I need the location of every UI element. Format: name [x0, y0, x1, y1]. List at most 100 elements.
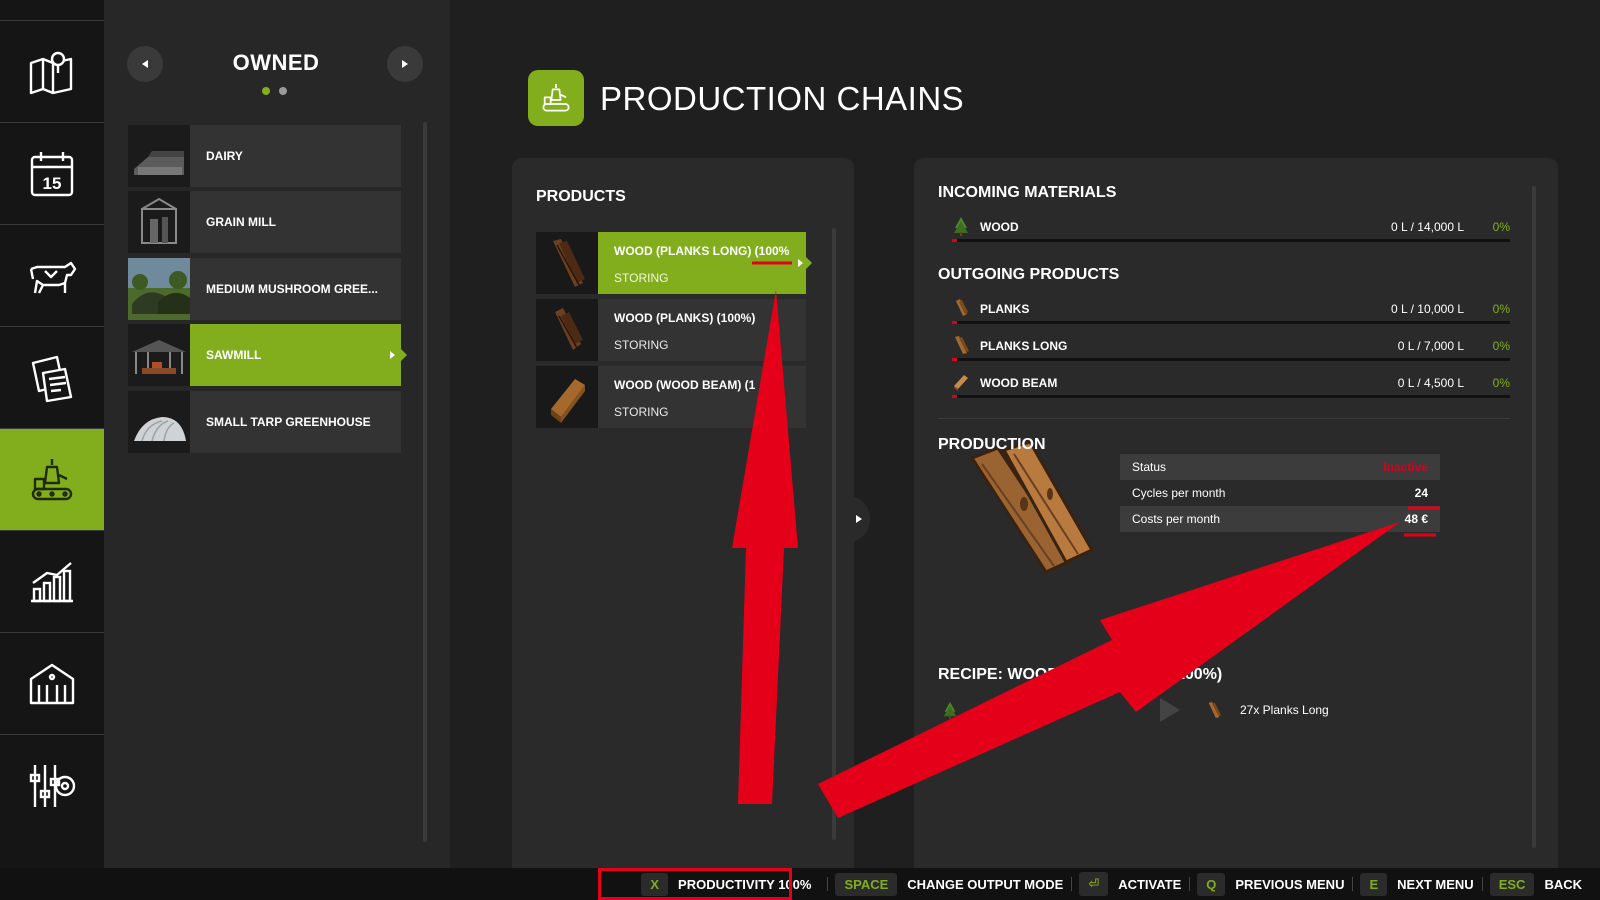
tree-icon: [943, 702, 957, 719]
wood-beam-icon: [536, 366, 598, 428]
cow-icon: [29, 261, 77, 294]
selection-pointer: [805, 256, 812, 270]
sawmill-thumbnail: [128, 324, 190, 386]
incoming-row-wood: WOOD 0 L / 14,000 L 0%: [938, 216, 1510, 246]
hint-label: PREVIOUS MENU: [1235, 876, 1345, 892]
settings-tab[interactable]: [0, 734, 104, 836]
facility-label: GRAIN MILL: [206, 215, 276, 229]
facility-label: DAIRY: [206, 149, 243, 163]
product-state: STORING: [614, 271, 669, 285]
material-name: WOOD: [980, 220, 1019, 234]
material-amount: 0 L / 14,000 L: [1391, 220, 1464, 234]
production-icon: [542, 84, 570, 112]
fill-bar: [952, 395, 1510, 398]
animals-tab[interactable]: [0, 224, 104, 326]
products-title: PRODUCTS: [536, 188, 626, 205]
statistics-icon: [31, 561, 73, 602]
settings-icon: [29, 764, 76, 807]
product-name: WOOD (PLANKS) (100%): [614, 311, 756, 325]
hint-change-output-mode[interactable]: SPACE CHANGE OUTPUT MODE: [827, 868, 1071, 900]
material-percent: 0%: [1492, 302, 1510, 316]
play-arrow-icon: [1160, 698, 1180, 722]
products-scrollbar[interactable]: [832, 228, 836, 840]
material-amount: 0 L / 7,000 L: [1397, 339, 1464, 353]
owned-scrollbar[interactable]: [423, 122, 427, 842]
material-name: WOOD BEAM: [980, 376, 1058, 390]
key-e: E: [1360, 872, 1388, 896]
stat-label: Costs per month: [1132, 512, 1221, 526]
map-icon: [29, 51, 73, 94]
wood-beam-icon: [954, 375, 968, 391]
products-panel: PRODUCTS WOOD (PLANKS LONG) (100% STORIN…: [512, 158, 854, 868]
facility-mushroom-greenhouse[interactable]: MEDIUM MUSHROOM GREE...: [128, 258, 401, 320]
stat-value: 48 €: [1404, 512, 1428, 526]
production-icon: [31, 458, 73, 500]
facility-sawmill[interactable]: SAWMILL: [128, 324, 407, 386]
facility-small-tarp-greenhouse[interactable]: SMALL TARP GREENHOUSE: [128, 391, 401, 453]
product-name: WOOD (PLANKS LONG) (100%: [614, 244, 790, 258]
planks-long-icon: [1208, 702, 1222, 718]
mushroom-greenhouse-thumbnail: [128, 258, 190, 320]
key-space: SPACE: [835, 872, 898, 896]
fill-bar: [952, 239, 1510, 242]
hint-activate[interactable]: ⏎ ACTIVATE: [1071, 868, 1189, 900]
tree-icon: [954, 217, 968, 236]
material-name: PLANKS LONG: [980, 339, 1068, 353]
hint-back[interactable]: ESC BACK: [1481, 868, 1590, 900]
production-chains-header-icon: [528, 70, 584, 126]
selection-pointer: [400, 348, 407, 362]
product-state: STORING: [614, 338, 669, 352]
planks-long-artwork: [969, 440, 1095, 574]
products-expand-tab[interactable]: [848, 496, 870, 542]
statistics-tab[interactable]: [0, 530, 104, 632]
material-amount: 0 L / 4,500 L: [1397, 376, 1464, 390]
facility-dairy[interactable]: DAIRY: [128, 125, 401, 187]
hint-previous-menu[interactable]: Q PREVIOUS MENU: [1189, 868, 1352, 900]
tarp-greenhouse-thumbnail: [128, 391, 190, 453]
page-title: PRODUCTION CHAINS: [600, 80, 965, 117]
grain-mill-thumbnail: [128, 191, 190, 253]
hint-label: ACTIVATE: [1118, 876, 1182, 892]
product-wood-planks[interactable]: WOOD (PLANKS) (100%) STORING: [536, 299, 806, 361]
owned-next-button[interactable]: [387, 46, 423, 82]
page-indicator: [262, 87, 287, 95]
product-state: STORING: [614, 405, 669, 419]
facility-grain-mill[interactable]: GRAIN MILL: [128, 191, 401, 253]
enter-icon: ⏎: [1079, 872, 1109, 896]
section-divider: [938, 418, 1510, 419]
contracts-tab[interactable]: [0, 326, 104, 428]
facility-label: SMALL TARP GREENHOUSE: [206, 415, 371, 429]
stat-status: Status Inactive: [1120, 454, 1440, 480]
key-esc: ESC: [1489, 872, 1535, 896]
main-menu-rail: 15: [0, 0, 113, 868]
outgoing-row-wood-beam: WOOD BEAM 0 L / 4,500 L 0%: [938, 372, 1510, 402]
product-wood-planks-long[interactable]: WOOD (PLANKS LONG) (100% STORING: [536, 232, 812, 294]
annotation-highlight-box: [598, 868, 792, 900]
product-wood-beam[interactable]: WOOD (WOOD BEAM) (100%) STORING: [536, 366, 806, 428]
material-percent: 0%: [1492, 339, 1510, 353]
recipe-row: 27x Planks Long: [938, 698, 1438, 728]
selected-indicator-icon: [798, 259, 803, 267]
stat-value: Inactive: [1383, 460, 1428, 474]
facility-label: SAWMILL: [206, 348, 262, 362]
hint-next-menu[interactable]: E NEXT MENU: [1352, 868, 1481, 900]
production-tab[interactable]: [0, 428, 113, 530]
barn-icon: [29, 663, 75, 704]
arrow-right-icon: [856, 515, 862, 523]
page-dot-1[interactable]: [262, 87, 270, 95]
page-dot-2[interactable]: [279, 87, 287, 95]
buildings-tab[interactable]: [0, 632, 104, 734]
incoming-materials-title: INCOMING MATERIALS: [938, 184, 1117, 201]
recipe-title: RECIPE: WOOD NG) (100%): [938, 666, 1223, 683]
calendar-tab[interactable]: 15: [0, 122, 104, 224]
details-scrollbar[interactable]: [1532, 186, 1536, 848]
outgoing-products-title: OUTGOING PRODUCTS: [938, 266, 1120, 283]
hint-label: CHANGE OUTPUT MODE: [907, 876, 1064, 892]
map-tab[interactable]: [0, 20, 104, 122]
material-name: PLANKS: [980, 302, 1030, 316]
key-q: Q: [1197, 872, 1226, 896]
product-name: WOOD (WOOD BEAM) (100%): [614, 378, 784, 392]
recipe-output: 27x Planks Long: [1240, 703, 1329, 717]
fill-bar: [952, 358, 1510, 361]
input-hints-bar: X PRODUCTIVITY 100% SPACE CHANGE OUTPUT …: [0, 868, 1600, 900]
